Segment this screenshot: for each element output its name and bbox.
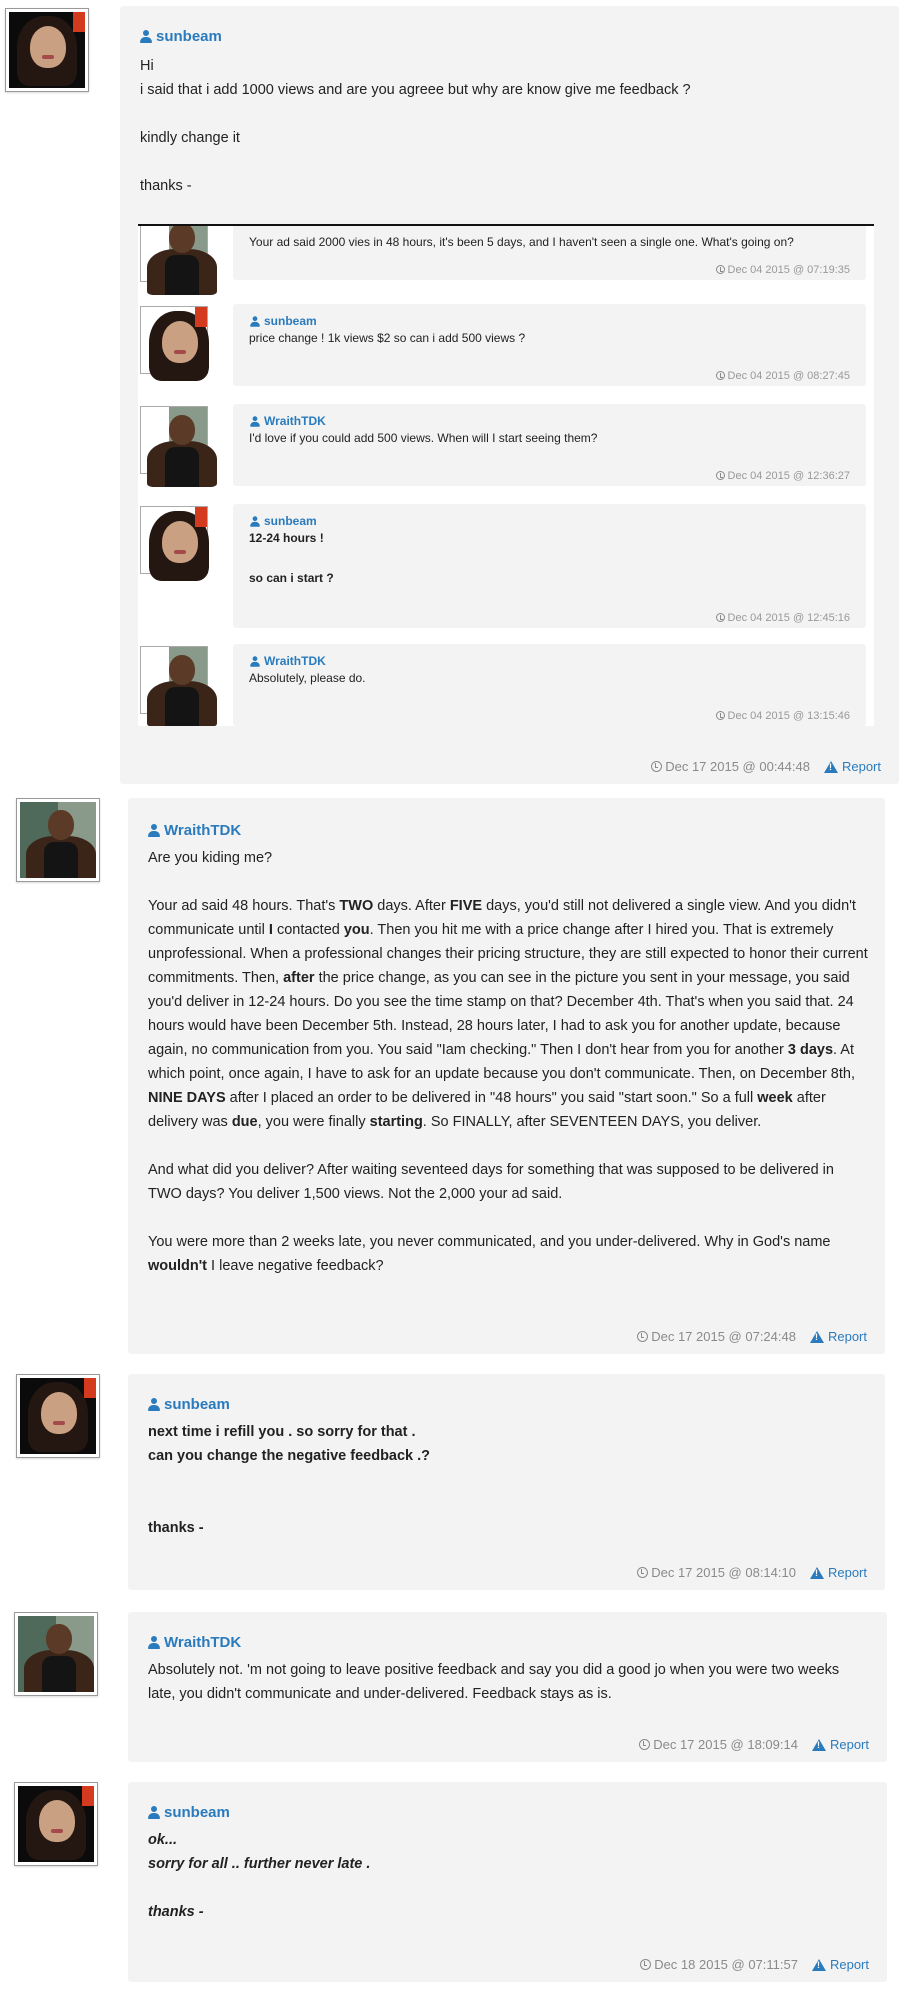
warning-icon: [809, 1566, 824, 1579]
bold-text: starting: [369, 1114, 423, 1130]
avatar-wraithtdk: [140, 226, 217, 295]
user-icon: [148, 1636, 160, 1649]
text-segment: I leave negative feedback?: [207, 1258, 384, 1274]
author-link[interactable]: WraithTDK: [249, 414, 850, 428]
avatar-wraithtdk: [140, 646, 217, 726]
timestamp: Dec 17 2015 @ 07:24:48: [637, 1329, 796, 1344]
avatar-wraithtdk: [16, 798, 100, 882]
warning-icon: [809, 1330, 824, 1343]
user-icon: [148, 1806, 160, 1819]
clock-icon: [637, 1331, 649, 1342]
author-link[interactable]: WraithTDK: [249, 654, 850, 668]
clock-icon: [639, 1739, 651, 1750]
user-icon: [148, 824, 160, 837]
report-link[interactable]: Report: [811, 1957, 869, 1972]
avatar-sunbeam: [140, 306, 209, 381]
text-segment: . So FINALLY, after SEVENTEEN DAYS, you …: [422, 1114, 762, 1130]
text-segment: You were more than 2 weeks late, you nev…: [148, 1234, 831, 1250]
text-segment: days. After: [373, 898, 450, 914]
post-footer: Dec 17 2015 @ 07:24:48 Report: [637, 1329, 867, 1344]
bold-text: due: [231, 1114, 258, 1130]
avatar-sunbeam: [14, 1782, 98, 1866]
avatar-sunbeam: [140, 506, 209, 581]
paragraph: Your ad said 48 hours. That's TWO days. …: [148, 894, 870, 1134]
clock-icon: [715, 613, 725, 622]
warning-icon: [811, 1738, 826, 1751]
clock-icon: [651, 761, 663, 772]
report-link[interactable]: Report: [809, 1565, 867, 1580]
timestamp: Dec 17 2015 @ 00:44:48: [651, 759, 810, 774]
user-icon: [148, 1398, 160, 1411]
embedded-screenshot: Your ad said 2000 vies in 48 hours, it's…: [138, 224, 874, 726]
clock-icon: [715, 711, 725, 720]
user-icon: [250, 415, 260, 427]
avatar-sunbeam: [5, 8, 89, 92]
user-icon: [250, 655, 260, 667]
avatar-sunbeam: [16, 1374, 100, 1458]
report-link[interactable]: Report: [811, 1737, 869, 1752]
post-text: Absolutely not. 'm not going to leave po…: [148, 1662, 840, 1702]
warning-icon: [823, 760, 838, 773]
author-link[interactable]: sunbeam: [249, 514, 850, 528]
text-segment: , you were finally: [257, 1114, 370, 1130]
report-link[interactable]: Report: [823, 759, 881, 774]
timestamp: Dec 18 2015 @ 07:11:57: [640, 1957, 798, 1972]
avatar-wraithtdk: [14, 1612, 98, 1696]
avatar-wraithtdk: [140, 406, 217, 487]
text-segment: Your ad said 48 hours. That's: [148, 898, 340, 914]
post-text: ok... sorry for all .. further never lat…: [148, 1832, 371, 1920]
author-link[interactable]: sunbeam: [140, 28, 222, 45]
author-link[interactable]: sunbeam: [148, 1396, 230, 1413]
author-link[interactable]: sunbeam: [249, 314, 850, 328]
user-icon: [250, 315, 260, 327]
clock-icon: [715, 265, 725, 274]
bold-text: NINE DAYS: [148, 1090, 226, 1106]
user-icon: [140, 30, 152, 43]
bold-text: week: [757, 1090, 793, 1106]
bold-text: you: [343, 922, 370, 938]
post-footer: Dec 17 2015 @ 08:14:10 Report: [637, 1565, 867, 1580]
post-bubble: WraithTDK Are you kiding me? Your ad sai…: [128, 798, 885, 1354]
author-link[interactable]: sunbeam: [148, 1804, 230, 1821]
bold-text: after: [283, 970, 315, 986]
post-text: next time i refill you . so sorry for th…: [148, 1424, 431, 1536]
warning-icon: [811, 1958, 826, 1971]
text-segment: contacted: [272, 922, 344, 938]
author-link[interactable]: WraithTDK: [148, 822, 241, 839]
report-link[interactable]: Report: [809, 1329, 867, 1344]
text-segment: after I placed an order to be delivered …: [225, 1090, 758, 1106]
post-bubble: sunbeam ok... sorry for all .. further n…: [128, 1782, 887, 1982]
user-icon: [250, 515, 260, 527]
bold-text: wouldn't: [148, 1258, 208, 1274]
post-bubble: WraithTDK Absolutely not. 'm not going t…: [128, 1612, 887, 1762]
clock-icon: [715, 371, 725, 380]
clock-icon: [715, 471, 725, 480]
author-link[interactable]: WraithTDK: [148, 1634, 241, 1651]
paragraph: You were more than 2 weeks late, you nev…: [148, 1230, 870, 1278]
bold-text: FIVE: [449, 898, 483, 914]
post-bubble: sunbeam next time i refill you . so sorr…: [128, 1374, 885, 1590]
post-footer: Dec 18 2015 @ 07:11:57 Report: [640, 1957, 869, 1972]
post-footer: Dec 17 2015 @ 00:44:48 Report: [651, 759, 881, 774]
timestamp: Dec 17 2015 @ 18:09:14: [639, 1737, 798, 1752]
post-text: Are you kiding me? Your ad said 48 hours…: [148, 846, 870, 1278]
bold-text: 3 days: [787, 1042, 834, 1058]
clock-icon: [637, 1567, 649, 1578]
post-footer: Dec 17 2015 @ 18:09:14 Report: [639, 1737, 869, 1752]
post-text: Hi i said that i add 1000 views and are …: [140, 58, 691, 194]
clock-icon: [640, 1959, 652, 1970]
bold-text: TWO: [339, 898, 374, 914]
timestamp: Dec 17 2015 @ 08:14:10: [637, 1565, 796, 1580]
